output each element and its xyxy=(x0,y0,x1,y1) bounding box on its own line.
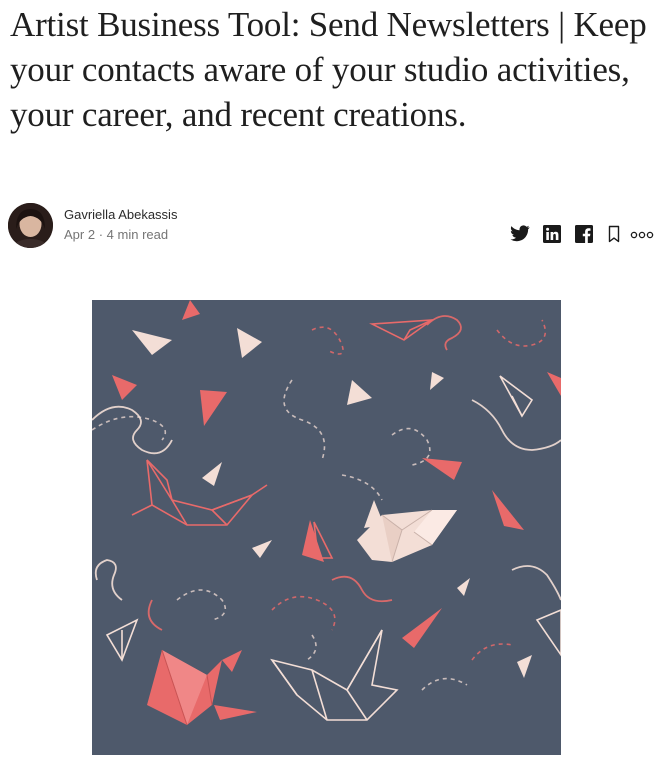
more-icon[interactable] xyxy=(628,222,658,246)
author-avatar[interactable] xyxy=(8,203,53,248)
article-title: Artist Business Tool: Send Newsletters |… xyxy=(10,5,647,134)
author-name[interactable]: Gavriella Abekassis xyxy=(64,207,177,222)
bookmark-icon[interactable] xyxy=(602,222,626,246)
facebook-icon[interactable] xyxy=(572,222,596,246)
share-actions xyxy=(508,222,658,246)
byline: Gavriella Abekassis Apr 2 · 4 min read xyxy=(8,203,658,249)
twitter-icon[interactable] xyxy=(508,222,532,246)
linkedin-icon[interactable] xyxy=(540,222,564,246)
meta-separator: · xyxy=(98,227,104,242)
publish-date: Apr 2 xyxy=(64,227,96,242)
article-meta: Apr 2 · 4 min read xyxy=(64,227,168,242)
hero-image xyxy=(92,300,561,755)
read-time: 4 min read xyxy=(106,227,169,242)
